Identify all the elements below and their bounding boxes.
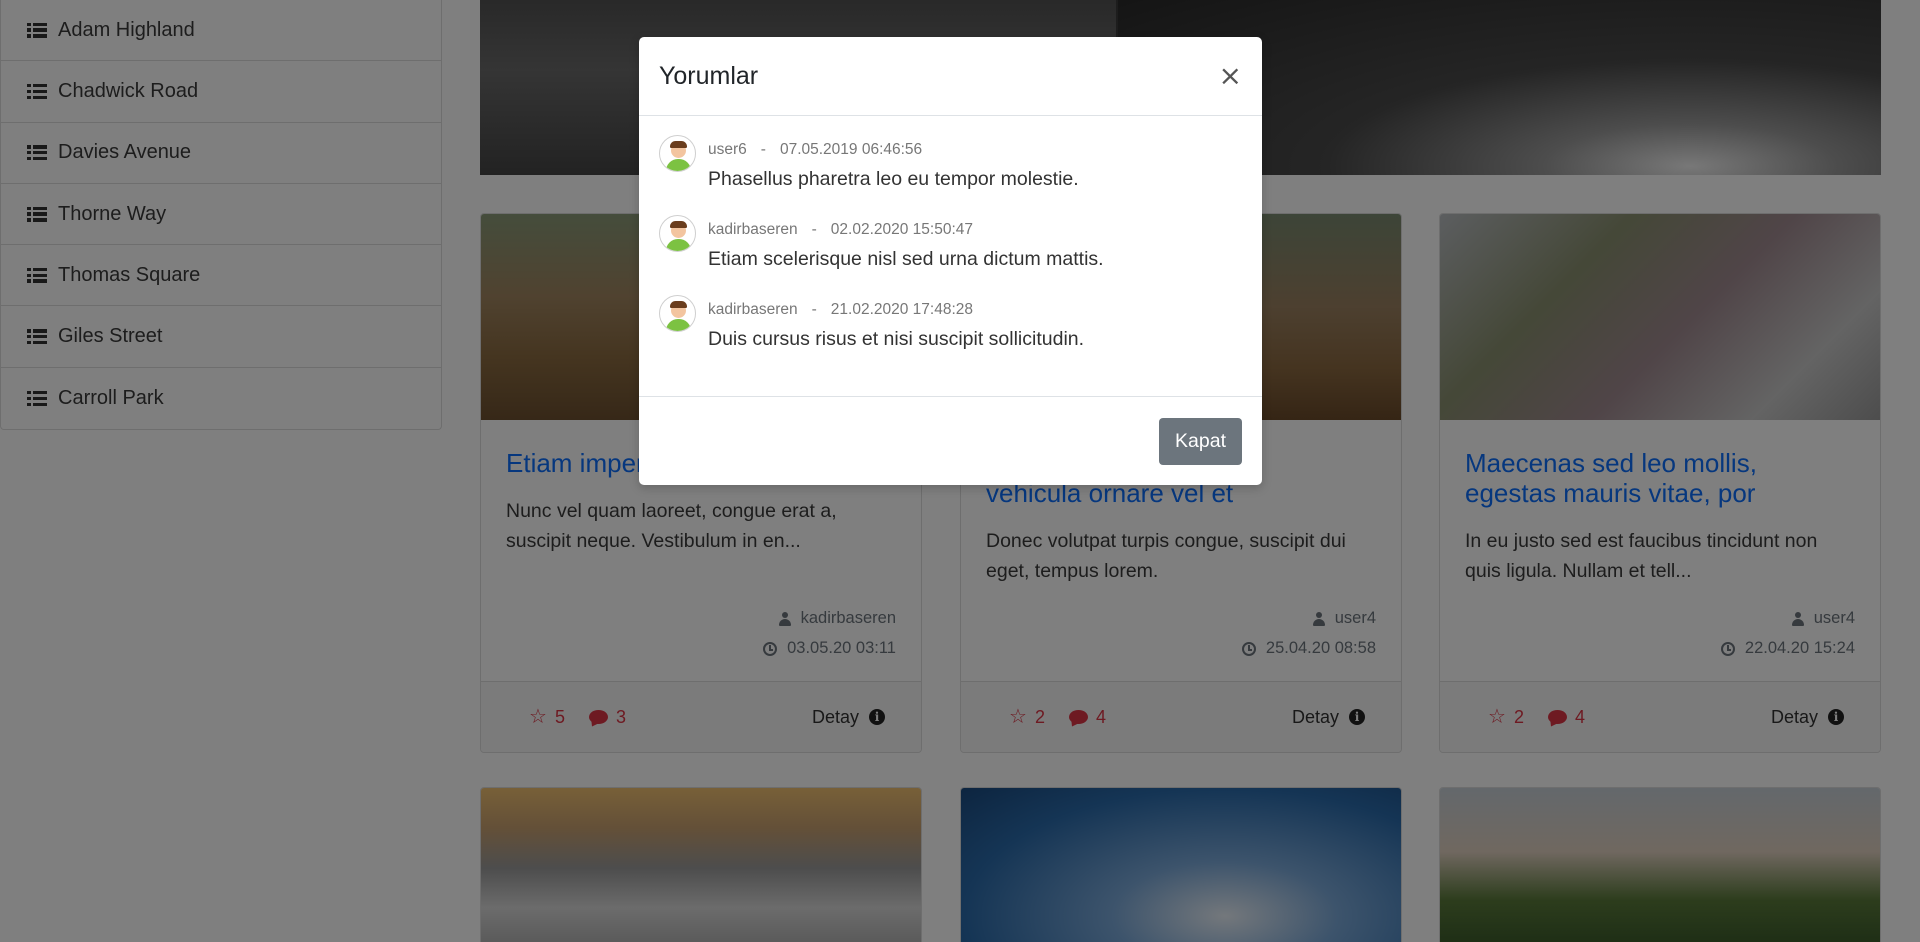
comment-meta: kadirbaseren -21.02.2020 17:48:28	[708, 301, 1084, 319]
comment-item: user6-07.05.2019 06:46:56 Phasellus phar…	[659, 134, 1242, 214]
comment-datetime: 02.02.2020 15:50:47	[830, 221, 973, 238]
modal-footer: Kapat	[639, 396, 1262, 485]
comments-modal: Yorumlar × user6-07.05.2019 06:46:56 Pha…	[639, 37, 1262, 485]
comment-separator: -	[811, 301, 817, 318]
avatar	[659, 295, 696, 332]
avatar	[659, 215, 696, 252]
comment-separator: -	[811, 221, 817, 238]
comment-user: kadirbaseren	[708, 221, 798, 238]
comment-text: Phasellus pharetra leo eu tempor molesti…	[708, 168, 1079, 190]
avatar	[659, 135, 696, 172]
modal-title: Yorumlar	[659, 61, 759, 90]
comment-datetime: 21.02.2020 17:48:28	[830, 301, 973, 318]
modal-body: user6-07.05.2019 06:46:56 Phasellus phar…	[639, 116, 1262, 396]
close-icon[interactable]: ×	[1219, 62, 1242, 90]
comment-separator: -	[760, 141, 766, 158]
comment-meta: user6-07.05.2019 06:46:56	[708, 141, 1079, 159]
comment-item: kadirbaseren -21.02.2020 17:48:28 Duis cu…	[659, 294, 1242, 374]
comment-text: Duis cursus risus et nisi suscipit solli…	[708, 328, 1085, 350]
comment-datetime: 07.05.2019 06:46:56	[779, 141, 923, 158]
comment-user: user6	[708, 141, 747, 158]
modal-header: Yorumlar ×	[639, 37, 1262, 116]
comment-item: kadirbaseren -02.02.2020 15:50:47 Etiam s…	[659, 214, 1242, 294]
comment-meta: kadirbaseren -02.02.2020 15:50:47	[708, 221, 1104, 239]
comment-text: Etiam scelerisque nisl sed urna dictum m…	[708, 248, 1104, 270]
close-button[interactable]: Kapat	[1159, 417, 1242, 465]
comment-user: kadirbaseren	[708, 301, 798, 318]
